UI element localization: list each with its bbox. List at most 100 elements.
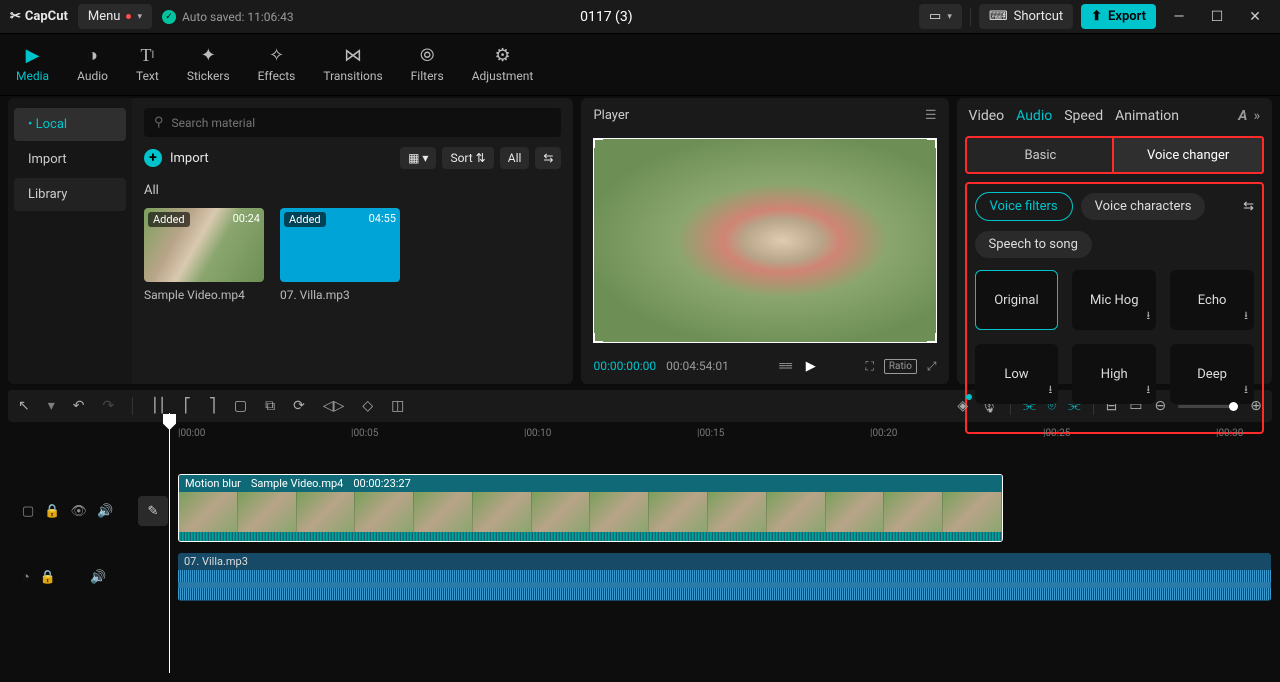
video-clip[interactable]: Motion blur Sample Video.mp4 00:00:23:27: [178, 474, 1003, 542]
cursor-tool[interactable]: ↖: [18, 398, 30, 414]
tab-audio[interactable]: ◑ Audio: [75, 43, 110, 87]
subtab-basic[interactable]: Basic: [967, 138, 1115, 172]
shortcut-button[interactable]: ⌨Shortcut: [979, 4, 1073, 29]
clip-audio-wave: [179, 532, 1002, 542]
track-type-icon[interactable]: ◔: [22, 569, 30, 585]
track-edit-button[interactable]: ✎: [138, 496, 168, 526]
tab-stickers[interactable]: ✦ Stickers: [185, 43, 232, 87]
voice-preset-michog[interactable]: Mic Hog⭳: [1072, 270, 1156, 330]
undo-button[interactable]: ↶: [73, 398, 85, 414]
media-sidebar: • Local Import Library: [8, 98, 132, 384]
media-item[interactable]: Added 04:55 07. Villa.mp3: [280, 208, 400, 302]
filter-all-button[interactable]: All: [500, 147, 530, 169]
crop-handle-bl[interactable]: [593, 333, 603, 343]
menu-unsaved-dot: [126, 14, 131, 19]
crop-handle-br[interactable]: [927, 333, 937, 343]
zoom-thumb[interactable]: [1229, 402, 1238, 411]
export-button[interactable]: ⬆Export: [1081, 4, 1156, 29]
duplicate-tool[interactable]: ⧉: [265, 398, 275, 414]
trim-left-tool[interactable]: ⎡: [184, 398, 191, 414]
import-button[interactable]: + Import: [144, 149, 209, 167]
sidebar-item-import[interactable]: Import: [14, 143, 126, 176]
tab-media[interactable]: ▶ Media: [14, 43, 51, 87]
sort-button[interactable]: Sort ⇅: [442, 147, 493, 169]
redo-button[interactable]: ↷: [103, 398, 115, 414]
tab-video[interactable]: Video: [969, 108, 1005, 124]
track-content[interactable]: 07. Villa.mp3: [168, 548, 1272, 606]
crop-tool[interactable]: ◫: [391, 398, 404, 414]
chip-voice-characters[interactable]: Voice characters: [1081, 193, 1206, 220]
voice-preset-echo[interactable]: Echo⭳: [1170, 270, 1254, 330]
minimize-button[interactable]: —: [1164, 9, 1194, 25]
track-lock-icon[interactable]: 🔒: [40, 570, 56, 585]
added-badge: Added: [284, 212, 326, 227]
crop-handle-tr[interactable]: [927, 138, 937, 148]
voice-preset-low[interactable]: Low⭳: [975, 344, 1059, 404]
delete-tool[interactable]: ▢: [234, 398, 247, 414]
search-bar[interactable]: ⚲: [144, 108, 561, 137]
preview-frame: [593, 138, 936, 343]
zoom-out-button[interactable]: ⊖: [1155, 398, 1167, 414]
viewport-tools: ⛶ Ratio ⤢: [865, 359, 936, 374]
download-icon: ⭳: [1048, 381, 1052, 400]
player-viewport[interactable]: [593, 133, 936, 348]
tab-transitions[interactable]: ⋈ Transitions: [321, 43, 384, 87]
reverse-tool[interactable]: ⟳: [293, 398, 305, 414]
zoom-slider[interactable]: [1178, 405, 1238, 408]
track-content[interactable]: Motion blur Sample Video.mp4 00:00:23:27: [168, 474, 1272, 548]
project-title: 0117 (3): [304, 9, 909, 25]
time-ruler[interactable]: |00:00 |00:05 |00:10 |00:15 |00:20 |00:2…: [168, 424, 1272, 446]
columns-icon[interactable]: ≡≡: [779, 358, 792, 374]
clip-name: 07. Villa.mp3: [178, 553, 1271, 570]
split-tool[interactable]: ⎮⎮: [151, 398, 166, 414]
chip-speech-to-song[interactable]: Speech to song: [975, 231, 1092, 258]
download-icon: ⭳: [1146, 381, 1150, 400]
chip-voice-filters[interactable]: Voice filters: [975, 192, 1073, 221]
cursor-dropdown[interactable]: ▾: [48, 398, 55, 414]
crop-handle-tl[interactable]: [593, 138, 603, 148]
tab-overflow-next[interactable]: »: [1253, 108, 1260, 124]
tab-audio[interactable]: Audio: [1016, 108, 1052, 124]
track-lock-icon[interactable]: 🔒: [44, 504, 60, 519]
search-input[interactable]: [172, 116, 552, 130]
track-mute-icon[interactable]: 🔊: [97, 504, 113, 519]
track-collapse-icon[interactable]: ▢: [22, 504, 34, 519]
play-button[interactable]: ▶: [806, 359, 816, 374]
view-grid-button[interactable]: ▦ ▾: [400, 147, 436, 169]
close-button[interactable]: ✕: [1240, 9, 1270, 25]
tab-speed[interactable]: Speed: [1064, 108, 1103, 124]
track-visible-icon[interactable]: 👁: [70, 504, 87, 519]
clip-thumbnails: [179, 492, 1002, 532]
tab-adjustment[interactable]: ⚙ Adjustment: [470, 43, 536, 87]
maximize-button[interactable]: ☐: [1202, 9, 1232, 25]
marker-tool[interactable]: ◈: [957, 398, 968, 414]
ratio-button[interactable]: Ratio: [884, 359, 917, 374]
tab-animation[interactable]: Animation: [1115, 108, 1179, 124]
focus-icon[interactable]: ⛶: [865, 359, 873, 374]
voice-preset-high[interactable]: High⭳: [1072, 344, 1156, 404]
sidebar-item-library[interactable]: Library: [14, 178, 126, 211]
shortcut-label: Shortcut: [1014, 9, 1064, 24]
tab-effects[interactable]: ✧ Effects: [256, 43, 298, 87]
audio-clip[interactable]: 07. Villa.mp3: [178, 553, 1271, 601]
track-mute-icon[interactable]: 🔊: [90, 570, 106, 585]
player-menu-button[interactable]: ☰: [925, 108, 937, 123]
fullscreen-icon[interactable]: ⤢: [927, 359, 937, 374]
tab-overflow-prev[interactable]: A: [1238, 108, 1247, 124]
voice-settings-button[interactable]: ⇆: [1243, 199, 1254, 214]
trim-right-tool[interactable]: ⎤: [209, 398, 216, 414]
voice-preset-original[interactable]: Original: [975, 270, 1059, 330]
mirror-tool[interactable]: ◁▷: [323, 398, 345, 414]
menu-button[interactable]: Menu ▾: [78, 4, 152, 29]
filter-settings-button[interactable]: ⇆: [535, 147, 561, 169]
layout-button[interactable]: ▭▾: [919, 4, 962, 29]
media-name: 07. Villa.mp3: [280, 288, 400, 302]
subtab-voice-changer[interactable]: Voice changer: [1112, 136, 1264, 174]
rotate-tool[interactable]: ◇: [362, 398, 373, 414]
tab-text[interactable]: TI Text: [134, 43, 161, 87]
tab-filters[interactable]: ⦾ Filters: [409, 43, 446, 87]
playhead-line[interactable]: [169, 413, 170, 673]
sidebar-item-local[interactable]: • Local: [14, 108, 126, 141]
media-item[interactable]: Added 00:24 Sample Video.mp4: [144, 208, 264, 302]
voice-preset-deep[interactable]: Deep⭳: [1170, 344, 1254, 404]
